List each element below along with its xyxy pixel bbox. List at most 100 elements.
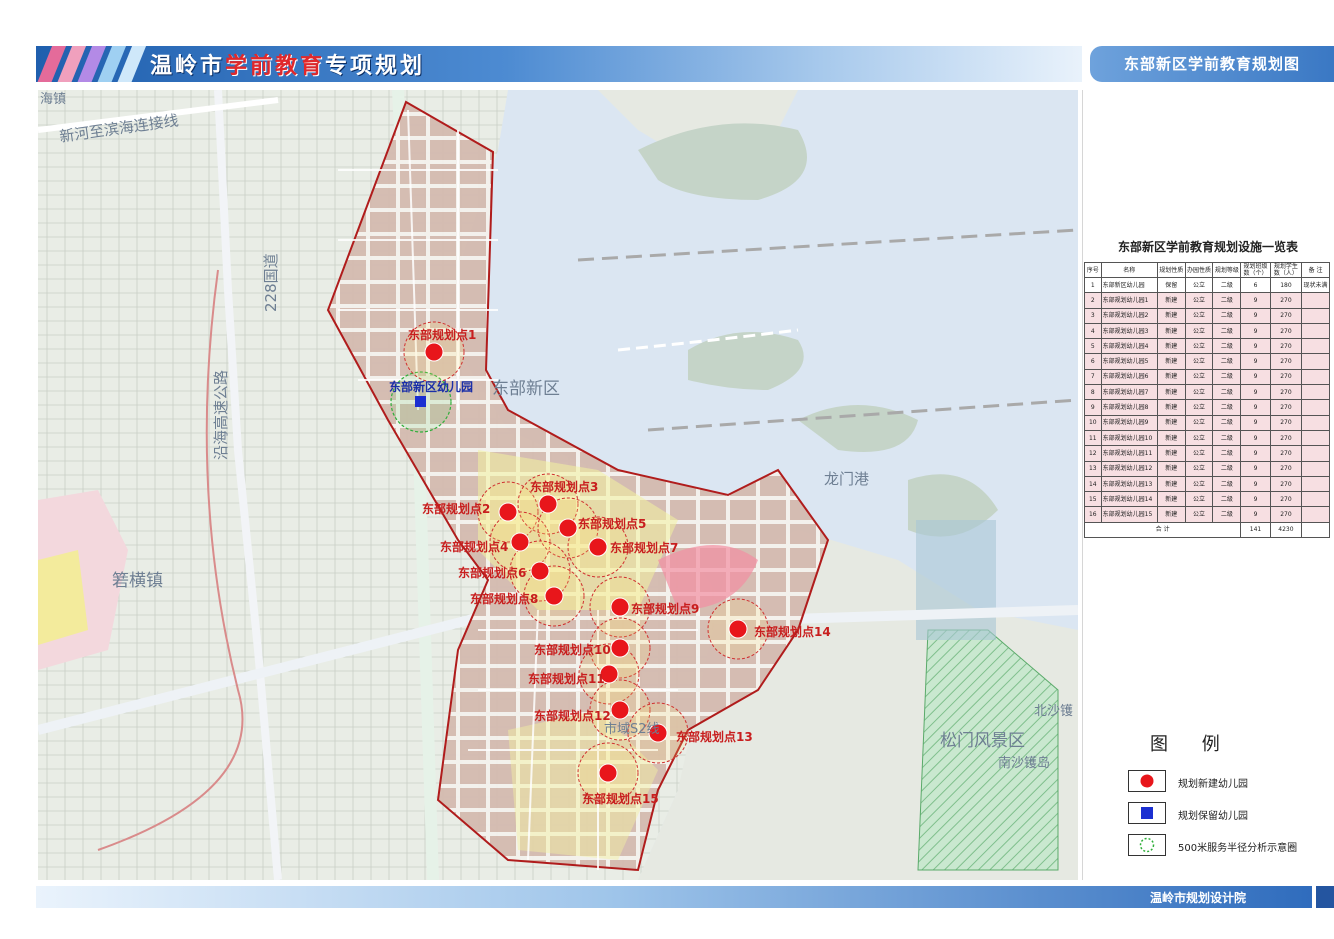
- site-label-8: 东部规划点8: [470, 592, 539, 606]
- table-cell: 东部规划幼儿园5: [1100, 353, 1158, 370]
- planned-kindergarten-marker-15: [598, 763, 618, 783]
- planned-kindergarten-marker-8: [544, 586, 564, 606]
- table-cell: 14: [1084, 475, 1102, 493]
- table-cell: 二级: [1212, 384, 1242, 401]
- table-cell: [1301, 445, 1330, 462]
- table-cell: 新建: [1156, 353, 1186, 370]
- table-cell: 东部规划幼儿园6: [1100, 368, 1158, 386]
- table-cell: 东部规划幼儿园2: [1100, 307, 1158, 324]
- table-row: 5 东部规划幼儿园4 新建 公立 二级 9 270: [1084, 338, 1330, 355]
- table-cell: 现状未满: [1301, 276, 1330, 294]
- col-header-grade: 规划等级: [1212, 262, 1242, 278]
- table-cell: [1301, 338, 1330, 355]
- map-subtitle: 东部新区学前教育规划图: [1090, 46, 1334, 82]
- table-cell: 二级: [1212, 322, 1242, 340]
- table-cell: 二级: [1212, 491, 1242, 508]
- table-cell: 公立: [1184, 307, 1214, 324]
- footer-tab: [1316, 886, 1334, 908]
- table-cell: 公立: [1184, 506, 1214, 523]
- table-cell: 5: [1084, 338, 1102, 355]
- planned-kindergarten-marker-7: [588, 537, 608, 557]
- table-cell: 2: [1084, 292, 1102, 309]
- planned-kindergarten-marker-14: [728, 619, 748, 639]
- table-cell: 11: [1084, 429, 1102, 447]
- table-cell: 新建: [1156, 460, 1186, 477]
- table-cell: [1301, 414, 1330, 431]
- table-cell: 新建: [1156, 384, 1186, 401]
- table-cell: 16: [1084, 506, 1102, 523]
- legend-label-retained: 规划保留幼儿园: [1178, 811, 1248, 822]
- table-row: 12 东部规划幼儿园11 新建 公立 二级 9 270: [1084, 445, 1330, 462]
- table-row: 14 东部规划幼儿园13 新建 公立 二级 9 270: [1084, 475, 1330, 493]
- table-cell: 公立: [1184, 445, 1214, 462]
- table-cell: 9: [1240, 491, 1271, 508]
- planned-kindergarten-marker-3: [538, 494, 558, 514]
- title-prefix: 温岭市: [150, 54, 226, 79]
- site-label-13: 东部规划点13: [676, 730, 753, 744]
- table-row: 13 东部规划幼儿园12 新建 公立 二级 9 270: [1084, 460, 1330, 477]
- table-cell: 公立: [1184, 322, 1214, 340]
- table-cell: 9: [1240, 307, 1271, 324]
- table-cell: 9: [1240, 338, 1271, 355]
- table-cell: 新建: [1156, 445, 1186, 462]
- place-label-scenic: 松门风景区: [940, 731, 1025, 751]
- place-label-harbor: 龙门港: [824, 470, 870, 488]
- planned-kindergarten-marker-10: [610, 638, 630, 658]
- retained-kindergarten-marker: [415, 396, 426, 407]
- total-label: 合 计: [1083, 521, 1242, 539]
- header-banner: 温岭市学前教育专项规划: [36, 46, 1082, 82]
- table-cell: 二级: [1212, 414, 1242, 431]
- table-cell: 9: [1240, 445, 1271, 462]
- table-cell: 270: [1269, 414, 1303, 431]
- table-cell: 9: [1240, 292, 1271, 309]
- table-cell: 二级: [1212, 506, 1242, 523]
- site-label-6: 东部规划点6: [458, 566, 527, 580]
- site-label-1: 东部规划点1: [408, 328, 477, 342]
- table-cell: 东部规划幼儿园8: [1100, 399, 1158, 416]
- table-cell: [1301, 429, 1330, 447]
- planned-kindergarten-marker-4: [510, 532, 530, 552]
- table-cell: 270: [1269, 460, 1303, 477]
- table-cell: 9: [1240, 399, 1271, 416]
- site-label-2: 东部规划点2: [422, 502, 491, 516]
- table-cell: 东部规划幼儿园15: [1100, 506, 1158, 523]
- table-cell: 新建: [1156, 292, 1186, 309]
- table-cell: 新建: [1156, 506, 1186, 523]
- table-cell: 6: [1240, 276, 1271, 294]
- footer-bar: [36, 886, 1312, 908]
- existing-site-label: 东部新区幼儿园: [389, 380, 474, 394]
- table-cell: [1301, 506, 1330, 523]
- map-area: 海镇 新河至滨海连接线 228国道 沿海高速公路 东部新区 龙门港 箬横镇 松门…: [38, 90, 1078, 880]
- planned-kindergarten-marker-9: [610, 597, 630, 617]
- port-water: [916, 520, 996, 640]
- table-cell: 二级: [1212, 353, 1242, 370]
- table-cell: [1301, 384, 1330, 401]
- table-cell: 二级: [1212, 475, 1242, 493]
- table-cell: 270: [1269, 353, 1303, 370]
- table-cell: [1301, 475, 1330, 493]
- planned-kindergarten-marker-1: [424, 342, 444, 362]
- table-row: 3 东部规划幼儿园2 新建 公立 二级 9 270: [1084, 307, 1330, 324]
- site-label-9: 东部规划点9: [631, 602, 700, 616]
- planned-kindergarten-marker-2: [498, 502, 518, 522]
- site-label-10: 东部规划点10: [534, 643, 611, 657]
- table-cell: 9: [1240, 322, 1271, 340]
- col-header-classes: 规划班级数（个）: [1240, 262, 1271, 278]
- table-cell: 二级: [1212, 307, 1242, 324]
- place-label-south-island: 南沙镬岛: [998, 756, 1051, 771]
- table-cell: 新建: [1156, 399, 1186, 416]
- table-cell: [1301, 368, 1330, 386]
- table-cell: 公立: [1184, 384, 1214, 401]
- red-dot-icon: [1140, 774, 1154, 788]
- table-cell: 270: [1269, 491, 1303, 508]
- table-cell: 12: [1084, 445, 1102, 462]
- table-cell: 9: [1240, 460, 1271, 477]
- table-cell: [1301, 307, 1330, 324]
- table-cell: 270: [1269, 292, 1303, 309]
- legend-swatch-retained: [1128, 802, 1166, 824]
- place-label-north-town: 北沙镬: [1034, 704, 1074, 719]
- table-cell: 东部规划幼儿园9: [1100, 414, 1158, 431]
- col-header-notes: 备 注: [1301, 262, 1330, 278]
- table-cell: 270: [1269, 338, 1303, 355]
- page-title: 温岭市学前教育专项规划: [150, 48, 425, 80]
